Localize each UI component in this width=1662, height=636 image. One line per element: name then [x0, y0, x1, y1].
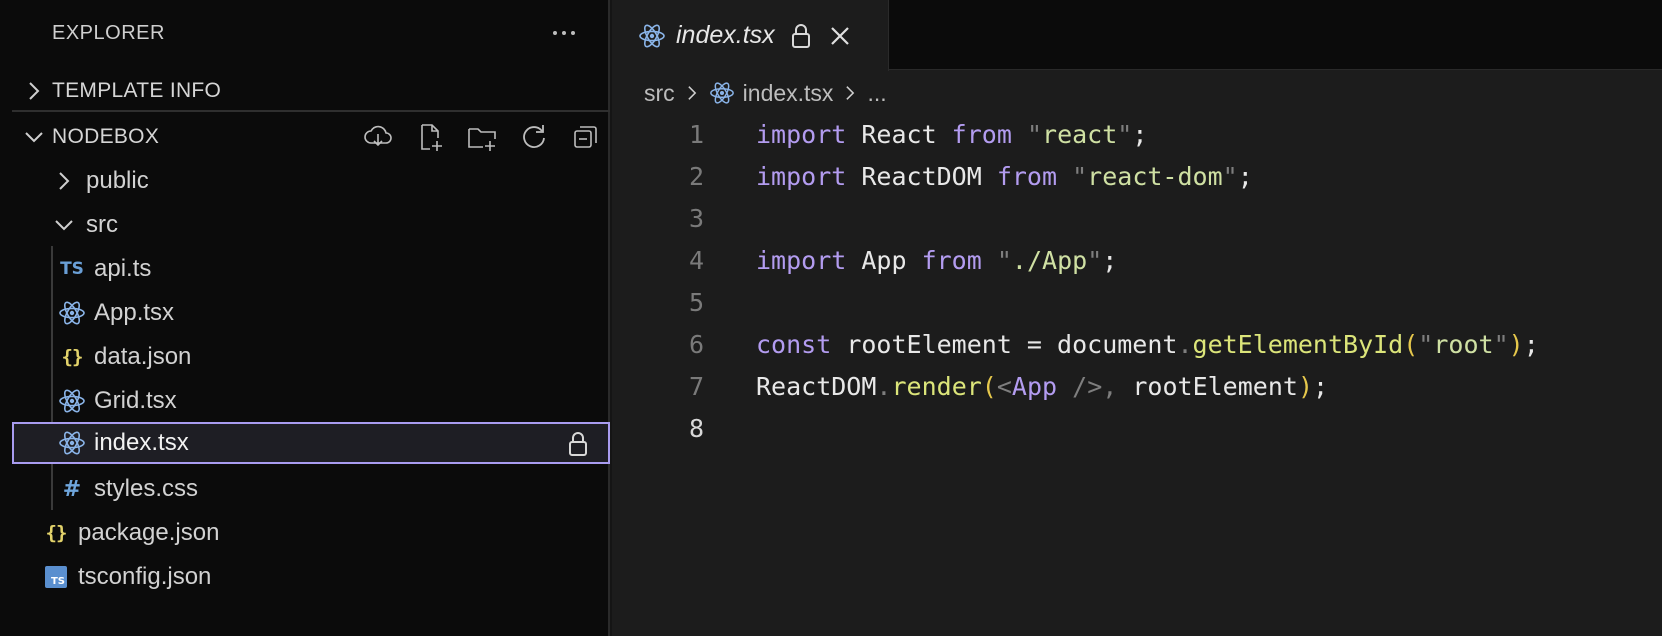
- lock-icon: [566, 430, 590, 458]
- tree-item-label: src: [86, 211, 118, 238]
- refresh-icon[interactable]: [518, 121, 550, 153]
- tree-item-label: App.tsx: [94, 299, 175, 326]
- line-number: 5: [688, 288, 704, 317]
- line-number: 2: [688, 162, 704, 191]
- tree-item-label: api.ts: [94, 255, 152, 282]
- code-line[interactable]: 6 const rootElement = document.getElement…: [612, 324, 1662, 366]
- chevron-right-icon: [50, 167, 78, 195]
- tree-item-label: styles.css: [94, 475, 199, 502]
- chevron-down-icon: [20, 123, 48, 151]
- chevron-down-icon: [50, 211, 78, 239]
- react-icon: [58, 387, 86, 415]
- explorer-toolbar: [362, 121, 602, 153]
- ts-icon: TS: [60, 259, 84, 279]
- download-icon[interactable]: [362, 121, 394, 153]
- tab-label: index.tsx: [676, 21, 775, 49]
- breadcrumb-item-src[interactable]: src: [644, 80, 675, 107]
- tree-file-data-json[interactable]: {} data.json: [12, 336, 610, 378]
- section-template-info[interactable]: TEMPLATE INFO: [12, 72, 610, 112]
- code-text: import ReactDOM from "react-dom";: [756, 162, 1253, 191]
- tree-folder-src[interactable]: src: [12, 204, 610, 246]
- more-actions-icon[interactable]: [548, 18, 580, 48]
- code-line[interactable]: 1 import React from "react";: [612, 114, 1662, 156]
- json-icon: {}: [61, 346, 84, 368]
- tree-file-app-tsx[interactable]: App.tsx: [12, 292, 610, 334]
- tree-item-label: data.json: [94, 343, 192, 370]
- new-file-icon[interactable]: [414, 121, 446, 153]
- close-icon[interactable]: [827, 23, 853, 49]
- tree-file-api-ts[interactable]: TS api.ts: [12, 248, 610, 290]
- code-text: ReactDOM.render(<App />, rootElement);: [756, 372, 1329, 401]
- tree-file-package-json[interactable]: {} package.json: [12, 512, 610, 554]
- line-number: 8: [688, 414, 704, 443]
- code-line[interactable]: 5: [612, 282, 1662, 324]
- breadcrumb-item-symbols[interactable]: ...: [867, 80, 886, 107]
- tree-file-index-tsx[interactable]: index.tsx: [12, 422, 610, 464]
- tree-item-label: index.tsx: [94, 429, 189, 456]
- code-line[interactable]: 3: [612, 198, 1662, 240]
- line-number: 3: [688, 204, 704, 233]
- tsconfig-icon: TS: [42, 563, 70, 591]
- css-icon: #: [62, 476, 82, 502]
- tree-item-label: package.json: [78, 519, 220, 546]
- tab-bar: index.tsx: [612, 0, 1662, 71]
- new-folder-icon[interactable]: [466, 121, 498, 153]
- react-icon: [709, 80, 735, 106]
- code-line[interactable]: 8: [612, 408, 1662, 450]
- tree-folder-public[interactable]: public: [12, 160, 610, 202]
- collapse-all-icon[interactable]: [570, 121, 602, 153]
- section-label: TEMPLATE INFO: [52, 79, 222, 102]
- tree-item-label: public: [86, 167, 149, 194]
- tab-index-tsx[interactable]: index.tsx: [612, 0, 889, 71]
- chevron-right-icon: [20, 77, 48, 105]
- line-number: 7: [688, 372, 704, 401]
- explorer-title: EXPLORER: [52, 22, 165, 44]
- line-number: 1: [688, 120, 704, 149]
- code-text: import React from "react";: [756, 120, 1148, 149]
- section-nodebox[interactable]: NODEBOX: [12, 117, 610, 157]
- explorer-sidebar: EXPLORER TEMPLATE INFO NODEBOX public sr…: [0, 0, 610, 636]
- json-icon: {}: [45, 522, 68, 544]
- chevron-right-icon: [839, 82, 861, 104]
- chevron-right-icon: [681, 82, 703, 104]
- react-icon: [638, 22, 666, 50]
- tree-item-label: tsconfig.json: [78, 563, 212, 590]
- code-line[interactable]: 2 import ReactDOM from "react-dom";: [612, 156, 1662, 198]
- tree-file-tsconfig-json[interactable]: TS tsconfig.json: [12, 556, 610, 598]
- react-icon: [58, 429, 86, 457]
- breadcrumb-item-file[interactable]: index.tsx: [743, 80, 834, 107]
- line-number: 6: [688, 330, 704, 359]
- code-text: const rootElement = document.getElementB…: [756, 330, 1539, 359]
- tree-item-label: Grid.tsx: [94, 387, 177, 414]
- react-icon: [58, 299, 86, 327]
- tree-file-styles-css[interactable]: # styles.css: [12, 468, 610, 510]
- line-number: 4: [688, 246, 704, 275]
- section-label: NODEBOX: [52, 125, 160, 148]
- editor-pane: index.tsx src index.tsx ... 1 import Reac…: [612, 0, 1662, 636]
- breadcrumb: src index.tsx ...: [644, 76, 887, 110]
- code-line[interactable]: 7 ReactDOM.render(<App />, rootElement);: [612, 366, 1662, 408]
- tree-file-grid-tsx[interactable]: Grid.tsx: [12, 380, 610, 422]
- lock-icon: [789, 22, 813, 50]
- code-text: import App from "./App";: [756, 246, 1118, 275]
- code-line[interactable]: 4 import App from "./App";: [612, 240, 1662, 282]
